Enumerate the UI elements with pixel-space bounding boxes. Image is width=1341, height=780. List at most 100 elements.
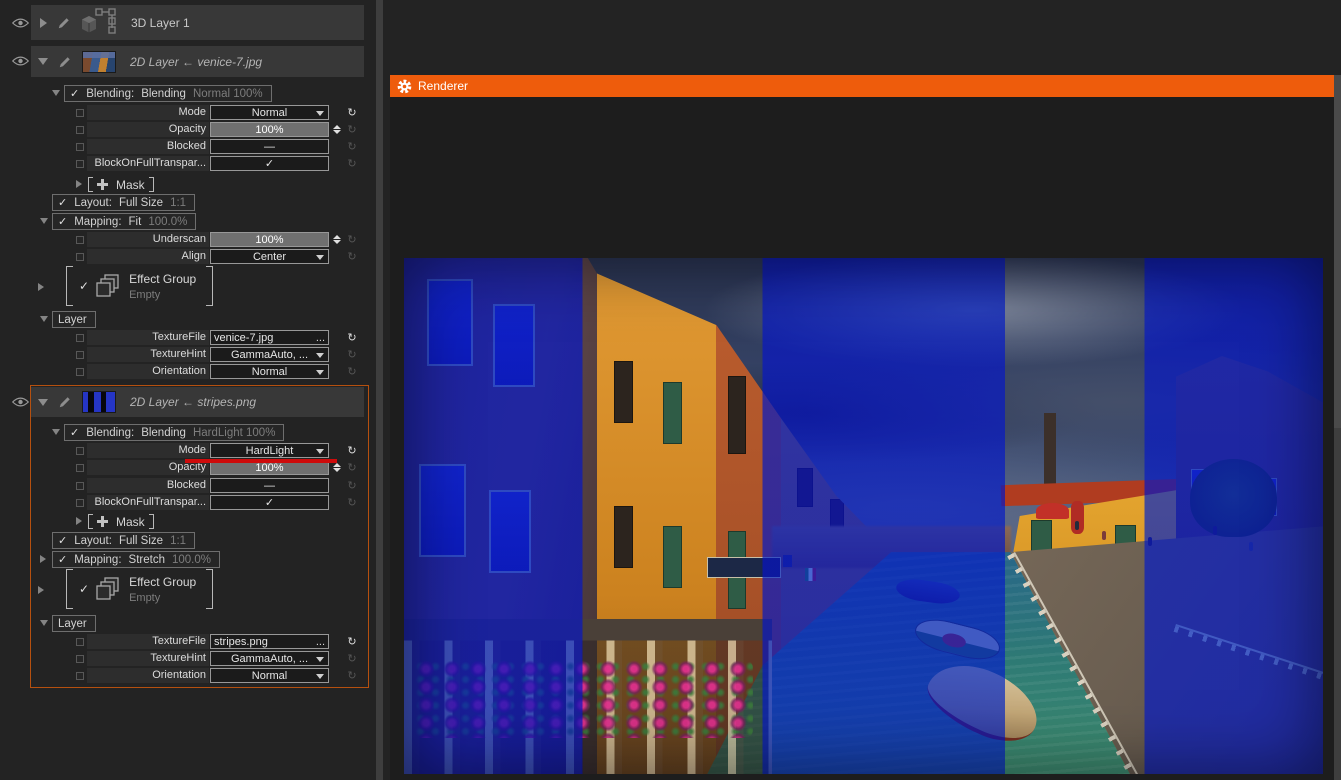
check-icon[interactable]: ✓ — [58, 553, 67, 566]
reset-icon[interactable]: ↻ — [345, 157, 359, 170]
reset-icon[interactable]: ↻ — [345, 444, 359, 457]
row-checkbox[interactable] — [76, 334, 84, 342]
mode-dropdown[interactable]: HardLight — [210, 443, 329, 458]
texturehint-dropdown[interactable]: GammaAuto, ... — [210, 651, 329, 666]
reset-icon[interactable]: ↻ — [345, 496, 359, 509]
reset-icon[interactable]: ↻ — [345, 250, 359, 263]
layer-section-header[interactable]: Layer — [52, 311, 96, 328]
expand-arrow-icon[interactable] — [40, 18, 47, 28]
renderer-scrollbar[interactable] — [1334, 75, 1341, 780]
layer-section-header[interactable]: Layer — [52, 615, 96, 632]
layer-header-stripes[interactable]: 2D Layer ← stripes.png — [31, 387, 364, 417]
collapse-arrow-icon[interactable] — [40, 620, 48, 626]
layer-header-3d[interactable]: 3D Layer 1 — [31, 5, 364, 40]
browse-button[interactable]: ... — [316, 332, 325, 344]
row-checkbox[interactable] — [76, 368, 84, 376]
pencil-icon — [58, 395, 72, 409]
renderer-titlebar[interactable]: Renderer — [390, 75, 1334, 97]
row-checkbox[interactable] — [76, 160, 84, 168]
spinner-icon[interactable] — [331, 232, 342, 247]
eye-icon[interactable] — [12, 55, 29, 67]
opacity-input[interactable]: 100% — [210, 122, 329, 137]
check-icon[interactable]: ✓ — [58, 215, 67, 228]
layout-section-header[interactable]: ✓ Layout: Full Size 1:1 — [52, 194, 195, 211]
effect-group[interactable]: ✓ Effect Group Empty — [66, 569, 213, 609]
layers-panel-scrollbar[interactable] — [376, 0, 383, 780]
reset-icon[interactable]: ↻ — [345, 652, 359, 665]
eye-icon[interactable] — [12, 17, 29, 29]
reset-icon[interactable]: ↻ — [345, 140, 359, 153]
orientation-dropdown[interactable]: Normal — [210, 668, 329, 683]
expand-arrow-icon[interactable] — [38, 283, 44, 291]
layer-title: 3D Layer 1 — [131, 16, 190, 30]
reset-icon[interactable]: ↻ — [345, 106, 359, 119]
row-checkbox[interactable] — [76, 464, 84, 472]
reset-icon[interactable]: ↻ — [345, 331, 359, 344]
reset-icon[interactable]: ↻ — [345, 365, 359, 378]
blockonfull-checkbox-field[interactable]: ✓ — [210, 495, 329, 510]
collapse-arrow-icon[interactable] — [38, 399, 48, 406]
row-checkbox[interactable] — [76, 672, 84, 680]
blending-section-header[interactable]: ✓ Blending: Blending Normal 100% — [64, 85, 272, 102]
plus-icon[interactable] — [97, 516, 108, 527]
texturefile-field[interactable]: venice-7.jpg... — [210, 330, 329, 345]
orientation-dropdown[interactable]: Normal — [210, 364, 329, 379]
row-checkbox[interactable] — [76, 351, 84, 359]
mode-dropdown[interactable]: Normal — [210, 105, 329, 120]
align-dropdown[interactable]: Center — [210, 249, 329, 264]
blocked-field[interactable]: — — [210, 478, 329, 493]
reset-icon[interactable]: ↻ — [345, 479, 359, 492]
mapping-section-header[interactable]: ✓ Mapping: Fit 100.0% — [52, 213, 196, 230]
scrollbar-thumb[interactable] — [1334, 75, 1341, 428]
collapse-arrow-icon[interactable] — [38, 58, 48, 65]
browse-button[interactable]: ... — [316, 636, 325, 648]
check-icon[interactable]: ✓ — [70, 87, 79, 100]
row-checkbox[interactable] — [76, 236, 84, 244]
blockonfull-checkbox-field[interactable]: ✓ — [210, 156, 329, 171]
collapse-arrow-icon[interactable] — [52, 429, 60, 435]
effect-group[interactable]: ✓ Effect Group Empty — [66, 266, 213, 306]
texturehint-dropdown[interactable]: GammaAuto, ... — [210, 347, 329, 362]
row-checkbox[interactable] — [76, 499, 84, 507]
vignette — [404, 258, 1323, 774]
check-icon[interactable]: ✓ — [70, 426, 79, 439]
expand-arrow-icon[interactable] — [38, 586, 44, 594]
row-checkbox[interactable] — [76, 126, 84, 134]
blending-section-header[interactable]: ✓ Blending: Blending HardLight 100% — [64, 424, 284, 441]
row-checkbox[interactable] — [76, 655, 84, 663]
row-checkbox[interactable] — [76, 109, 84, 117]
row-checkbox[interactable] — [76, 253, 84, 261]
reset-icon[interactable]: ↻ — [345, 635, 359, 648]
layout-section-header[interactable]: ✓ Layout: Full Size 1:1 — [52, 532, 195, 549]
row-checkbox[interactable] — [76, 482, 84, 490]
reset-icon[interactable]: ↻ — [345, 123, 359, 136]
collapse-arrow-icon[interactable] — [40, 316, 48, 322]
mask-row[interactable]: Mask — [88, 177, 154, 192]
row-checkbox[interactable] — [76, 638, 84, 646]
expand-arrow-icon[interactable] — [76, 180, 82, 188]
check-icon[interactable]: ✓ — [58, 534, 67, 547]
eye-icon[interactable] — [12, 396, 29, 408]
spinner-icon[interactable] — [331, 122, 342, 137]
texturefile-field[interactable]: stripes.png... — [210, 634, 329, 649]
collapse-arrow-icon[interactable] — [52, 90, 60, 96]
row-checkbox[interactable] — [76, 143, 84, 151]
reset-icon[interactable]: ↻ — [345, 233, 359, 246]
reset-icon[interactable]: ↻ — [345, 348, 359, 361]
property-row-align: Align Center ↻ — [76, 249, 359, 264]
row-checkbox[interactable] — [76, 447, 84, 455]
reset-icon[interactable]: ↻ — [345, 461, 359, 474]
collapse-arrow-icon[interactable] — [40, 218, 48, 224]
underscan-input[interactable]: 100% — [210, 232, 329, 247]
check-icon[interactable]: ✓ — [79, 279, 89, 293]
expand-arrow-icon[interactable] — [40, 555, 46, 563]
mapping-section-header[interactable]: ✓ Mapping: Stretch 100.0% — [52, 551, 220, 568]
plus-icon[interactable] — [97, 179, 108, 190]
mask-row[interactable]: Mask — [88, 514, 154, 529]
expand-arrow-icon[interactable] — [76, 517, 82, 525]
check-icon[interactable]: ✓ — [79, 582, 89, 596]
layer-header-venice[interactable]: 2D Layer ← venice-7.jpg — [31, 46, 364, 77]
check-icon[interactable]: ✓ — [58, 196, 67, 209]
blocked-field[interactable]: — — [210, 139, 329, 154]
reset-icon[interactable]: ↻ — [345, 669, 359, 682]
